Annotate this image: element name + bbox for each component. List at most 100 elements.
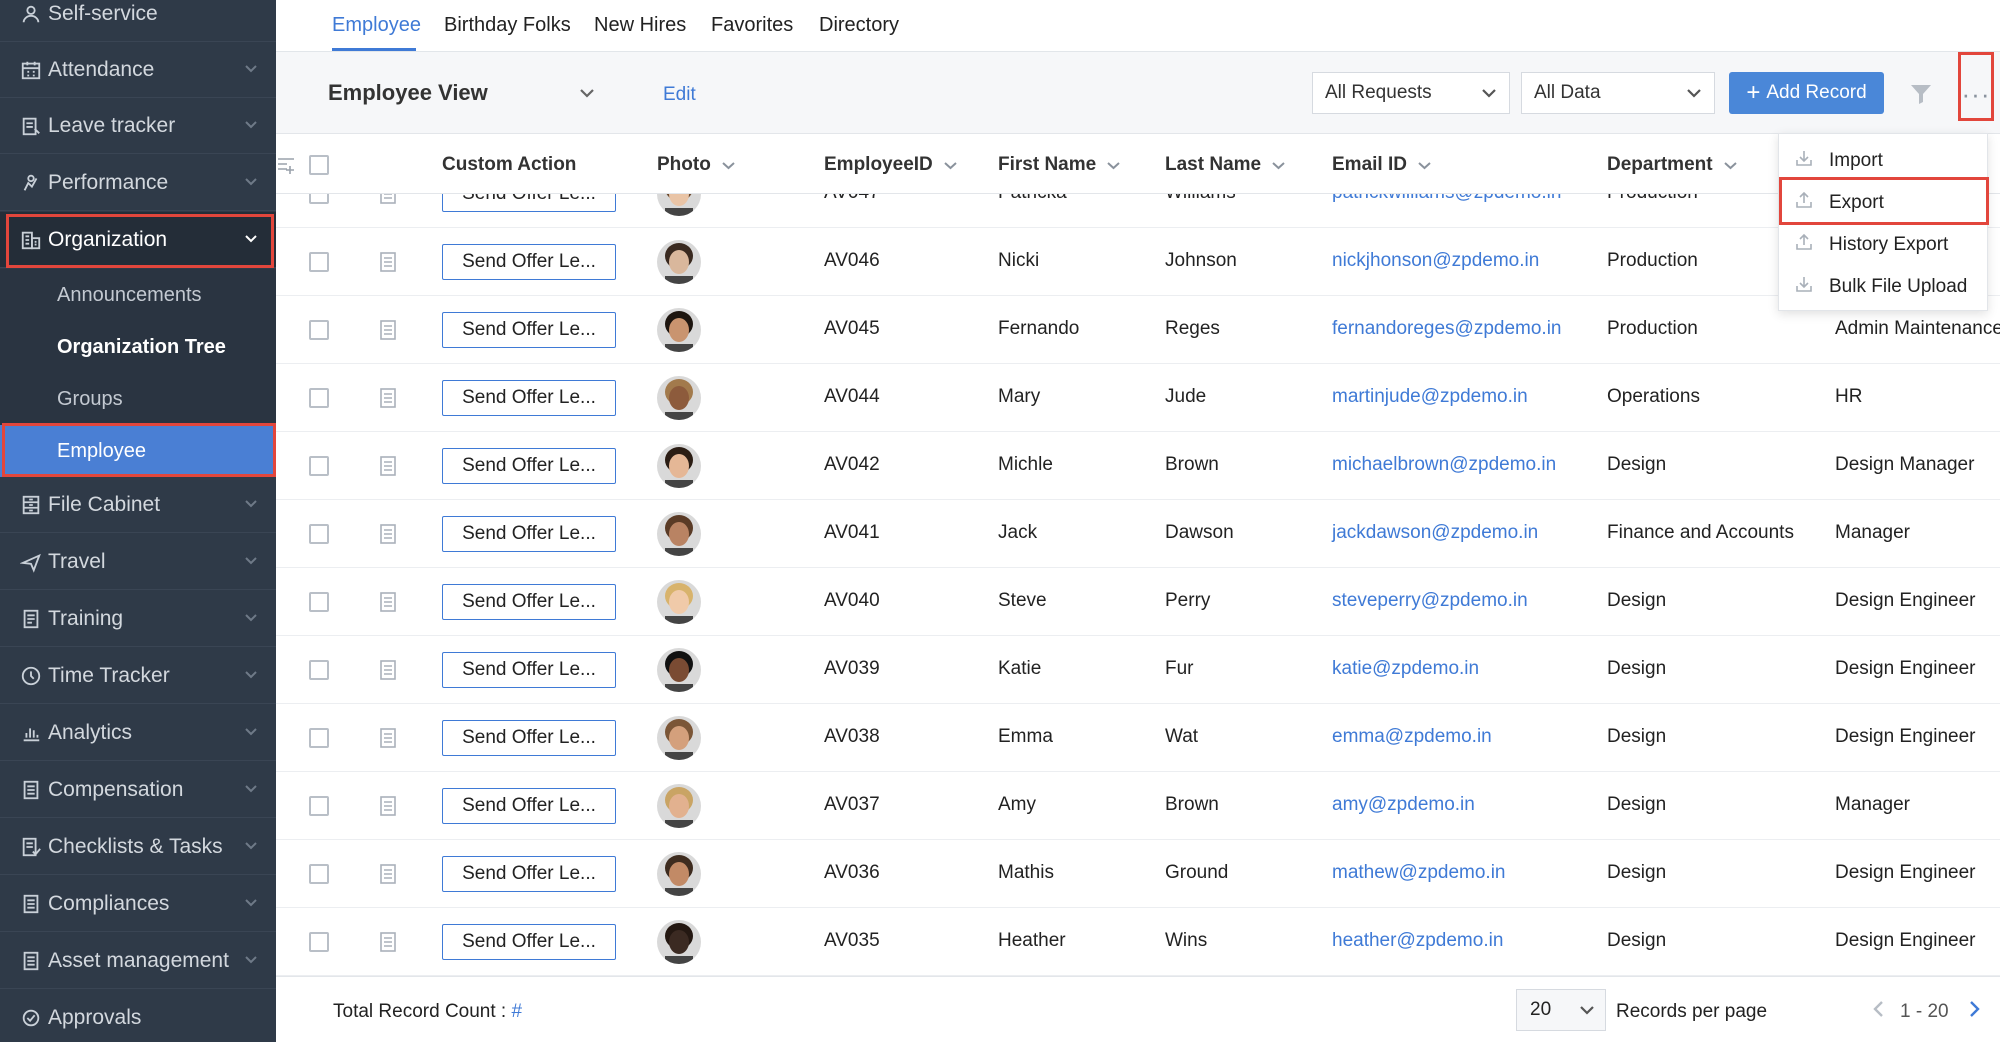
- sidebar-item-time-tracker[interactable]: Time Tracker: [0, 648, 276, 704]
- column-header-department[interactable]: Department: [1607, 154, 1738, 176]
- data-select[interactable]: All Data: [1521, 72, 1715, 114]
- record-detail-icon[interactable]: [379, 320, 397, 345]
- tab-birthday-folks[interactable]: Birthday Folks: [444, 14, 571, 37]
- select-all-checkbox[interactable]: [309, 155, 329, 175]
- table-row[interactable]: Send Offer Le... AV045 Fernando Reges fernan…: [276, 296, 2000, 364]
- table-row[interactable]: Send Offer Le... AV037 Amy Brown amy@zpdemo.…: [276, 772, 2000, 840]
- row-checkbox[interactable]: [309, 592, 329, 612]
- table-row[interactable]: Send Offer Le... AV036 Mathis Ground mathew@…: [276, 840, 2000, 908]
- view-title[interactable]: Employee View: [328, 80, 488, 106]
- row-checkbox[interactable]: [309, 388, 329, 408]
- email-cell[interactable]: steveperry@zpdemo.in: [1332, 590, 1528, 612]
- send-offer-letter-button[interactable]: Send Offer Le...: [442, 244, 616, 280]
- row-checkbox[interactable]: [309, 796, 329, 816]
- row-checkbox[interactable]: [309, 320, 329, 340]
- record-detail-icon[interactable]: [379, 194, 397, 209]
- row-checkbox[interactable]: [309, 932, 329, 952]
- tab-favorites[interactable]: Favorites: [711, 14, 793, 37]
- requests-select[interactable]: All Requests: [1312, 72, 1510, 114]
- sidebar-item-compliances[interactable]: Compliances: [0, 876, 276, 932]
- record-detail-icon[interactable]: [379, 388, 397, 413]
- row-checkbox[interactable]: [309, 660, 329, 680]
- sidebar-item-self-service[interactable]: Self-service: [0, 0, 276, 42]
- sidebar-item-checklists-tasks[interactable]: Checklists & Tasks: [0, 819, 276, 875]
- tab-new-hires[interactable]: New Hires: [594, 14, 686, 37]
- total-record-value[interactable]: #: [511, 1001, 522, 1022]
- tab-employee[interactable]: Employee: [332, 14, 421, 37]
- table-row[interactable]: Send Offer Le... AV041 Jack Dawson jackdawso…: [276, 500, 2000, 568]
- record-detail-icon[interactable]: [379, 524, 397, 549]
- column-settings-icon[interactable]: [276, 156, 296, 181]
- table-row[interactable]: Send Offer Le... AV042 Michle Brown michaelb…: [276, 432, 2000, 500]
- sidebar-subitem-groups[interactable]: Groups: [0, 373, 276, 425]
- row-checkbox[interactable]: [309, 864, 329, 884]
- table-row[interactable]: Send Offer Le... AV044 Mary Jude martinjude@…: [276, 364, 2000, 432]
- row-checkbox[interactable]: [309, 728, 329, 748]
- sidebar-subitem-announcements[interactable]: Announcements: [0, 269, 276, 321]
- chevron-down-icon[interactable]: [578, 84, 596, 107]
- table-row[interactable]: Send Offer Le... AV035 Heather Wins heather@…: [276, 908, 2000, 976]
- send-offer-letter-button[interactable]: Send Offer Le...: [442, 652, 616, 688]
- email-cell[interactable]: jackdawson@zpdemo.in: [1332, 522, 1538, 544]
- send-offer-letter-button[interactable]: Send Offer Le...: [442, 380, 616, 416]
- row-checkbox[interactable]: [309, 252, 329, 272]
- record-detail-icon[interactable]: [379, 864, 397, 889]
- sidebar-item-travel[interactable]: Travel: [0, 534, 276, 590]
- table-row[interactable]: Send Offer Le... AV046 Nicki Johnson nickjho…: [276, 228, 2000, 296]
- record-detail-icon[interactable]: [379, 456, 397, 481]
- send-offer-letter-button[interactable]: Send Offer Le...: [442, 856, 616, 892]
- email-cell[interactable]: mathew@zpdemo.in: [1332, 862, 1505, 884]
- send-offer-letter-button[interactable]: Send Offer Le...: [442, 312, 616, 348]
- row-checkbox[interactable]: [309, 194, 329, 204]
- email-cell[interactable]: patrickwilliams@zpdemo.in: [1332, 194, 1561, 204]
- sidebar-item-compensation[interactable]: Compensation: [0, 762, 276, 818]
- sidebar-item-analytics[interactable]: Analytics: [0, 705, 276, 761]
- column-header-email[interactable]: Email ID: [1332, 154, 1432, 176]
- send-offer-letter-button[interactable]: Send Offer Le...: [442, 584, 616, 620]
- add-record-button[interactable]: + Add Record: [1729, 72, 1884, 114]
- record-detail-icon[interactable]: [379, 932, 397, 957]
- record-detail-icon[interactable]: [379, 728, 397, 753]
- menu-item-history-export[interactable]: History Export: [1779, 224, 1989, 266]
- chevron-left-icon[interactable]: [1869, 999, 1889, 1024]
- send-offer-letter-button[interactable]: Send Offer Le...: [442, 448, 616, 484]
- email-cell[interactable]: emma@zpdemo.in: [1332, 726, 1492, 748]
- sidebar-subitem-employee[interactable]: Employee: [0, 425, 276, 477]
- sidebar-item-attendance[interactable]: Attendance: [0, 42, 276, 98]
- sidebar-item-leave-tracker[interactable]: Leave tracker: [0, 98, 276, 154]
- column-header-employee-id[interactable]: EmployeeID: [824, 154, 958, 176]
- column-header-first-name[interactable]: First Name: [998, 154, 1121, 176]
- record-detail-icon[interactable]: [379, 592, 397, 617]
- more-options-button[interactable]: ···: [1959, 79, 1993, 109]
- email-cell[interactable]: michaelbrown@zpdemo.in: [1332, 454, 1556, 476]
- sidebar-item-approvals[interactable]: Approvals: [0, 990, 276, 1042]
- sidebar-item-file-cabinet[interactable]: File Cabinet: [0, 477, 276, 533]
- record-detail-icon[interactable]: [379, 796, 397, 821]
- send-offer-letter-button[interactable]: Send Offer Le...: [442, 788, 616, 824]
- chevron-right-icon[interactable]: [1964, 999, 1984, 1024]
- email-cell[interactable]: fernandoreges@zpdemo.in: [1332, 318, 1561, 340]
- edit-view-link[interactable]: Edit: [663, 84, 696, 106]
- row-checkbox[interactable]: [309, 524, 329, 544]
- sidebar-subitem-organization-tree[interactable]: Organization Tree: [0, 321, 276, 373]
- send-offer-letter-button[interactable]: Send Offer Le...: [442, 516, 616, 552]
- send-offer-letter-button[interactable]: Send Offer Le...: [442, 924, 616, 960]
- record-detail-icon[interactable]: [379, 252, 397, 277]
- row-checkbox[interactable]: [309, 456, 329, 476]
- sidebar-item-training[interactable]: Training: [0, 591, 276, 647]
- table-row[interactable]: Send Offer Le... AV039 Katie Fur katie@zpdem…: [276, 636, 2000, 704]
- menu-item-import[interactable]: Import: [1779, 140, 1989, 182]
- menu-item-bulk-file-upload[interactable]: Bulk File Upload: [1779, 266, 1989, 308]
- sidebar-item-asset-management[interactable]: Asset management: [0, 933, 276, 989]
- email-cell[interactable]: martinjude@zpdemo.in: [1332, 386, 1528, 408]
- email-cell[interactable]: amy@zpdemo.in: [1332, 794, 1475, 816]
- send-offer-letter-button[interactable]: Send Offer Le...: [442, 194, 616, 212]
- menu-item-export[interactable]: Export: [1779, 182, 1989, 224]
- filter-icon[interactable]: [1909, 82, 1933, 111]
- column-header-last-name[interactable]: Last Name: [1165, 154, 1286, 176]
- email-cell[interactable]: katie@zpdemo.in: [1332, 658, 1479, 680]
- table-row[interactable]: Send Offer Le... AV047 Patricka Williams pat…: [276, 194, 2000, 228]
- sidebar-item-organization[interactable]: Organization: [0, 212, 276, 268]
- table-row[interactable]: Send Offer Le... AV038 Emma Wat emma@zpdemo.…: [276, 704, 2000, 772]
- tab-directory[interactable]: Directory: [819, 14, 899, 37]
